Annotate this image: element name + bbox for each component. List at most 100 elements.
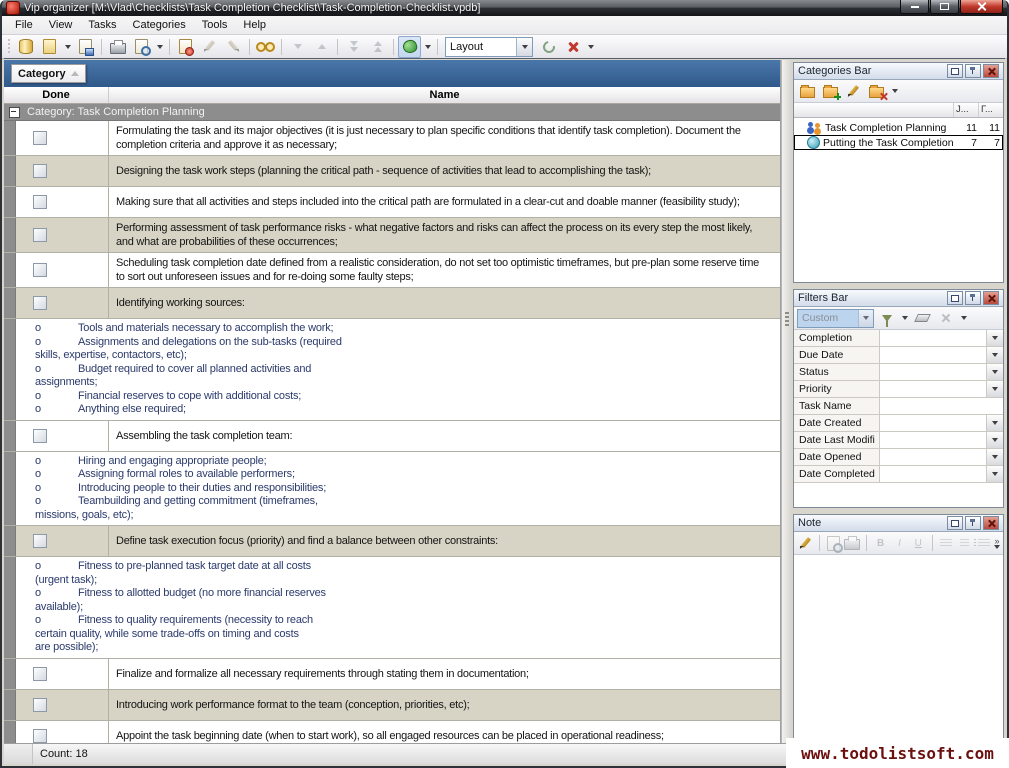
task-row[interactable]: Introducing work performance format to t… — [4, 690, 780, 721]
menu-item-view[interactable]: View — [42, 18, 80, 32]
add-category-button[interactable] — [797, 81, 818, 101]
task-row[interactable]: Scheduling task completion date defined … — [4, 253, 780, 288]
task-note-row[interactable]: oTools and materials necessary to accomp… — [4, 319, 780, 421]
filter-value-field[interactable] — [880, 432, 986, 448]
move-bottom-button[interactable] — [342, 36, 365, 58]
filter-value-field[interactable] — [880, 415, 986, 431]
filter-value-field[interactable] — [880, 347, 986, 363]
categories-toolbar-overflow[interactable] — [889, 81, 900, 101]
print-dropdown-button[interactable] — [154, 37, 165, 57]
filter-dropdown-button[interactable] — [986, 330, 1003, 346]
save-button[interactable] — [74, 36, 97, 58]
apply-layout-button[interactable] — [537, 36, 560, 58]
categories-pin-button[interactable] — [965, 64, 981, 78]
task-row[interactable]: Finalize and formalize all necessary req… — [4, 659, 780, 690]
edit-category-button[interactable] — [843, 81, 864, 101]
filter-value-field[interactable] — [880, 364, 986, 380]
task-row[interactable]: Define task execution focus (priority) a… — [4, 526, 780, 557]
menu-item-help[interactable]: Help — [236, 18, 273, 32]
menu-item-file[interactable]: File — [8, 18, 40, 32]
bold-button[interactable]: B — [872, 533, 889, 553]
apply-filter-dropdown[interactable] — [899, 308, 910, 328]
category-group-header[interactable]: Category: Task Completion Planning — [4, 104, 780, 121]
delete-layout-button[interactable] — [561, 36, 584, 58]
delete-category-button[interactable] — [866, 81, 887, 101]
highlighter-button[interactable] — [398, 36, 421, 58]
categories-column-1[interactable]: J... — [953, 103, 978, 117]
print-preview-button[interactable] — [130, 36, 153, 58]
task-checkbox[interactable] — [33, 263, 47, 277]
clear-filter-button[interactable] — [912, 308, 933, 328]
note-text-area[interactable] — [794, 555, 1003, 741]
column-header-done[interactable]: Done — [4, 87, 109, 103]
overflow-caret-icon[interactable] — [994, 545, 1000, 549]
underline-button[interactable]: U — [910, 533, 927, 553]
apply-filter-button[interactable] — [876, 308, 897, 328]
note-print-button[interactable] — [843, 533, 861, 553]
filter-value-field[interactable] — [880, 466, 986, 482]
view-details-button[interactable] — [254, 36, 277, 58]
toolbar-overflow-button[interactable] — [585, 37, 596, 57]
align-right-button[interactable] — [956, 533, 973, 553]
column-header-name[interactable]: Name — [109, 87, 780, 103]
task-row[interactable]: Performing assessment of task performanc… — [4, 218, 780, 253]
filter-preset-combobox[interactable]: Custom — [797, 309, 874, 328]
filters-pin-button[interactable] — [965, 291, 981, 305]
task-checkbox[interactable] — [33, 195, 47, 209]
filter-dropdown-button[interactable] — [986, 415, 1003, 431]
move-up-button[interactable] — [310, 36, 333, 58]
filter-dropdown-button[interactable] — [986, 432, 1003, 448]
filters-close-button[interactable] — [983, 291, 999, 305]
edit-task-button[interactable] — [198, 36, 221, 58]
group-by-category-button[interactable]: Category — [11, 64, 86, 83]
task-checkbox[interactable] — [33, 164, 47, 178]
collapse-minus-icon[interactable] — [9, 107, 20, 118]
task-row[interactable]: Assembling the task completion team: — [4, 421, 780, 452]
highlighter-dropdown-button[interactable] — [422, 37, 433, 57]
minimize-button[interactable] — [900, 0, 929, 14]
move-top-button[interactable] — [366, 36, 389, 58]
task-checkbox[interactable] — [33, 228, 47, 242]
menu-item-tasks[interactable]: Tasks — [81, 18, 123, 32]
layout-combobox[interactable]: Layout — [445, 37, 533, 57]
bullet-list-button[interactable] — [975, 533, 992, 553]
move-down-button[interactable] — [286, 36, 309, 58]
task-note-row[interactable]: oHiring and engaging appropriate people;… — [4, 452, 780, 527]
task-checkbox[interactable] — [33, 534, 47, 548]
maximize-button[interactable] — [930, 0, 959, 14]
task-note-row[interactable]: oFitness to pre-planned task target date… — [4, 557, 780, 659]
toolbar-grip[interactable] — [6, 39, 11, 55]
filter-dropdown-button[interactable] — [986, 364, 1003, 380]
new-database-button[interactable] — [14, 36, 37, 58]
delete-task-button[interactable] — [222, 36, 245, 58]
task-checkbox[interactable] — [33, 698, 47, 712]
note-pin-button[interactable] — [965, 516, 981, 530]
task-row[interactable]: Formulating the task and its major objec… — [4, 121, 780, 156]
add-subcategory-button[interactable] — [820, 81, 841, 101]
note-close-button[interactable] — [983, 516, 999, 530]
layout-combobox-dropdown[interactable] — [516, 38, 532, 56]
filters-restore-button[interactable] — [947, 291, 963, 305]
filter-value-field[interactable] — [880, 330, 986, 346]
note-restore-button[interactable] — [947, 516, 963, 530]
new-task-button[interactable] — [174, 36, 197, 58]
open-dropdown-button[interactable] — [62, 37, 73, 57]
filter-value-field[interactable] — [880, 381, 986, 397]
task-checkbox[interactable] — [33, 296, 47, 310]
task-row[interactable]: Making sure that all activities and step… — [4, 187, 780, 218]
filter-value-field[interactable] — [880, 398, 1003, 414]
menu-item-tools[interactable]: Tools — [195, 18, 235, 32]
menu-item-categories[interactable]: Categories — [126, 18, 193, 32]
task-row[interactable]: Appoint the task beginning date (when to… — [4, 721, 780, 745]
task-checkbox[interactable] — [33, 131, 47, 145]
filter-preset-dropdown[interactable] — [858, 310, 873, 327]
remove-filter-button[interactable] — [935, 308, 956, 328]
italic-button[interactable]: I — [891, 533, 908, 553]
overflow-chevrons-icon[interactable]: » — [994, 537, 999, 545]
note-preview-button[interactable] — [825, 533, 842, 553]
category-item[interactable]: Task Completion Planning1111 — [794, 120, 1003, 135]
task-checkbox[interactable] — [33, 729, 47, 743]
task-row[interactable]: Designing the task work steps (planning … — [4, 156, 780, 187]
filter-dropdown-button[interactable] — [986, 347, 1003, 363]
print-button[interactable] — [106, 36, 129, 58]
